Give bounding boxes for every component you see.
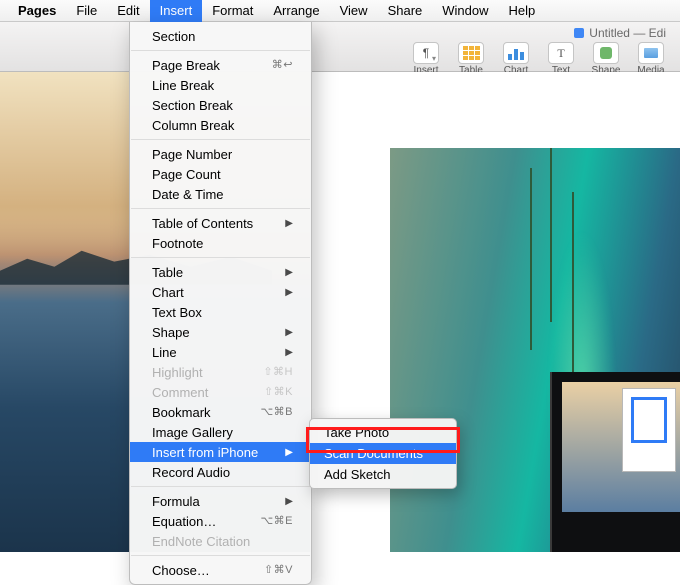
- menu-item-label: Table: [152, 264, 183, 281]
- menu-item-shape[interactable]: Shape ▶: [130, 322, 311, 342]
- menu-item-record-audio[interactable]: Record Audio: [130, 462, 311, 482]
- menu-separator: [131, 50, 310, 51]
- menu-item-label: Chart: [152, 284, 184, 301]
- submenu-item-take-photo[interactable]: Take Photo: [310, 422, 456, 443]
- menu-arrange[interactable]: Arrange: [263, 0, 329, 22]
- menu-item-label: Section Break: [152, 97, 233, 114]
- menu-item-table-of-contents[interactable]: Table of Contents ▶: [130, 213, 311, 233]
- menu-item-label: Page Number: [152, 146, 232, 163]
- inserted-photo[interactable]: [390, 148, 680, 552]
- submenu-arrow-icon: ▶: [285, 444, 293, 461]
- insert-dropdown: Section Page Break ⌘↩ Line Break Section Bre…: [129, 22, 312, 585]
- menu-item-label: Page Count: [152, 166, 221, 183]
- menu-view[interactable]: View: [330, 0, 378, 22]
- menu-help[interactable]: Help: [499, 0, 546, 22]
- submenu-arrow-icon: ▶: [285, 284, 293, 301]
- menu-item-label: Image Gallery: [152, 424, 233, 441]
- menu-item-label: Table of Contents: [152, 215, 253, 232]
- menu-item-footnote[interactable]: Footnote: [130, 233, 311, 253]
- menu-separator: [131, 486, 310, 487]
- menu-item-label: Insert from iPhone: [152, 444, 258, 461]
- menu-item-section-break[interactable]: Section Break: [130, 95, 311, 115]
- submenu-arrow-icon: ▶: [285, 324, 293, 341]
- menu-item-label: Section: [152, 28, 195, 45]
- menu-item-text-box[interactable]: Text Box: [130, 302, 311, 322]
- insert-from-iphone-submenu: Take PhotoScan DocumentsAdd Sketch: [309, 418, 457, 489]
- menu-separator: [131, 139, 310, 140]
- menu-edit[interactable]: Edit: [107, 0, 149, 22]
- media-icon: [638, 42, 664, 64]
- menu-item-shortcut: ⌥⌘B: [260, 404, 293, 421]
- menu-file[interactable]: File: [66, 0, 107, 22]
- menu-item-label: Highlight: [152, 364, 203, 381]
- menu-item-label: Footnote: [152, 235, 203, 252]
- menu-item-label: Page Break: [152, 57, 220, 74]
- menu-item-comment: Comment ⇧⌘K: [130, 382, 311, 402]
- menu-item-endnote-citation: EndNote Citation: [130, 531, 311, 551]
- menu-item-label: EndNote Citation: [152, 533, 250, 550]
- menu-item-shortcut: ⇧⌘K: [264, 384, 293, 401]
- menu-item-formula[interactable]: Formula ▶: [130, 491, 311, 511]
- menu-item-label: Column Break: [152, 117, 234, 134]
- menu-item-page-count[interactable]: Page Count: [130, 164, 311, 184]
- photo-laptop: [550, 372, 680, 552]
- menubar: Pages File Edit Insert Format Arrange Vi…: [0, 0, 680, 22]
- menu-item-label: Choose…: [152, 562, 210, 579]
- menu-item-label: Line Break: [152, 77, 214, 94]
- menu-item-bookmark[interactable]: Bookmark ⌥⌘B: [130, 402, 311, 422]
- menu-item-shortcut: ⌘↩: [272, 57, 293, 74]
- submenu-item-scan-documents[interactable]: Scan Documents: [310, 443, 456, 464]
- menu-item-date-time[interactable]: Date & Time: [130, 184, 311, 204]
- submenu-arrow-icon: ▶: [285, 215, 293, 232]
- menu-item-page-break[interactable]: Page Break ⌘↩: [130, 55, 311, 75]
- photo-plant: [550, 148, 552, 322]
- menu-item-section[interactable]: Section: [130, 26, 311, 46]
- submenu-arrow-icon: ▶: [285, 493, 293, 510]
- shape-icon: [593, 42, 619, 64]
- menu-format[interactable]: Format: [202, 0, 263, 22]
- menu-item-line[interactable]: Line ▶: [130, 342, 311, 362]
- menu-separator: [131, 257, 310, 258]
- menu-item-equation[interactable]: Equation… ⌥⌘E: [130, 511, 311, 531]
- menu-item-label: Record Audio: [152, 464, 230, 481]
- submenu-item-add-sketch[interactable]: Add Sketch: [310, 464, 456, 485]
- menu-item-page-number[interactable]: Page Number: [130, 144, 311, 164]
- chart-icon: [503, 42, 529, 64]
- menu-item-label: Line: [152, 344, 177, 361]
- document-icon: [574, 28, 584, 38]
- app-name: Pages: [8, 0, 66, 22]
- menu-item-line-break[interactable]: Line Break: [130, 75, 311, 95]
- menu-item-image-gallery[interactable]: Image Gallery: [130, 422, 311, 442]
- submenu-arrow-icon: ▶: [285, 264, 293, 281]
- menu-insert[interactable]: Insert: [150, 0, 203, 22]
- menu-item-label: Formula: [152, 493, 200, 510]
- menu-item-shortcut: ⌥⌘E: [260, 513, 293, 530]
- menu-separator: [131, 555, 310, 556]
- menu-item-table[interactable]: Table ▶: [130, 262, 311, 282]
- menu-separator: [131, 208, 310, 209]
- menu-item-shortcut: ⇧⌘V: [264, 562, 293, 579]
- menu-item-label: Date & Time: [152, 186, 224, 203]
- menu-window[interactable]: Window: [432, 0, 498, 22]
- menu-item-label: Bookmark: [152, 404, 211, 421]
- pilcrow-icon: ¶▾: [413, 42, 439, 64]
- menu-item-highlight: Highlight ⇧⌘H: [130, 362, 311, 382]
- menu-item-label: Comment: [152, 384, 208, 401]
- table-icon: [458, 42, 484, 64]
- menu-item-label: Text Box: [152, 304, 202, 321]
- menu-item-column-break[interactable]: Column Break: [130, 115, 311, 135]
- menu-item-shortcut: ⇧⌘H: [263, 364, 293, 381]
- menu-item-chart[interactable]: Chart ▶: [130, 282, 311, 302]
- text-icon: T: [548, 42, 574, 64]
- window-header: Untitled — Edi ¶▾ Insert Table Chart T T…: [0, 22, 680, 72]
- menu-item-label: Equation…: [152, 513, 216, 530]
- submenu-arrow-icon: ▶: [285, 344, 293, 361]
- menu-item-insert-from-iphone[interactable]: Insert from iPhone ▶: [130, 442, 311, 462]
- menu-item-label: Shape: [152, 324, 190, 341]
- menu-share[interactable]: Share: [378, 0, 433, 22]
- menu-item-choose[interactable]: Choose… ⇧⌘V: [130, 560, 311, 580]
